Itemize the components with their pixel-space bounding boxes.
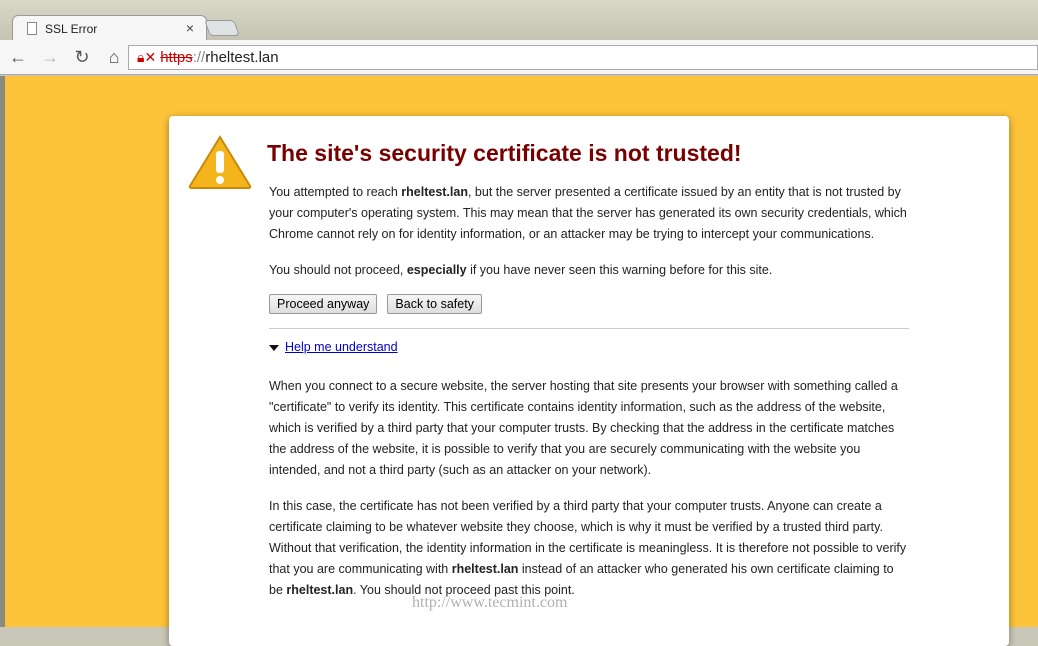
tab-ssl-error[interactable]: SSL Error × <box>12 15 207 41</box>
address-bar[interactable]: 🔒︎✕ https :// rheltest.lan <box>128 45 1038 70</box>
url-scheme: https <box>160 49 193 66</box>
ssl-warning-card: The site's security certificate is not t… <box>169 116 1009 646</box>
explanation-paragraph: You attempted to reach rheltest.lan, but… <box>269 185 907 241</box>
page-icon <box>27 22 37 35</box>
certificate-explanation: When you connect to a secure website, th… <box>269 379 898 477</box>
home-button[interactable]: ⌂ <box>100 47 128 68</box>
recommendation-paragraph: You should not proceed, especially if yo… <box>269 263 773 277</box>
forward-button[interactable]: → <box>36 47 64 68</box>
new-tab-button[interactable] <box>204 20 240 36</box>
certificate-not-verified-paragraph: In this case, the certificate has not be… <box>269 499 907 597</box>
toolbar: ← → ↻ ⌂ 🔒︎✕ https :// rheltest.lan <box>0 40 1038 75</box>
page-content: The site's security certificate is not t… <box>0 76 1038 646</box>
triangle-down-icon[interactable] <box>269 344 279 351</box>
reload-button[interactable]: ↻ <box>68 47 96 68</box>
broken-lock-icon[interactable]: 🔒︎✕ <box>137 49 156 66</box>
close-tab-icon[interactable]: × <box>186 20 194 36</box>
page-title: The site's security certificate is not t… <box>267 140 742 166</box>
back-button[interactable]: ← <box>4 47 32 68</box>
watermark: http://www.tecmint.com <box>412 594 568 611</box>
url-separator: :// <box>192 49 206 66</box>
tab-strip: SSL Error × <box>0 0 1038 41</box>
url-host: rheltest.lan <box>205 49 279 66</box>
back-to-safety-button[interactable]: Back to safety <box>387 294 482 314</box>
divider <box>269 328 909 329</box>
proceed-anyway-button[interactable]: Proceed anyway <box>269 294 378 314</box>
tab-title: SSL Error <box>45 21 98 36</box>
warning-icon <box>188 135 252 189</box>
help-me-understand-link[interactable]: Help me understand <box>285 340 398 354</box>
